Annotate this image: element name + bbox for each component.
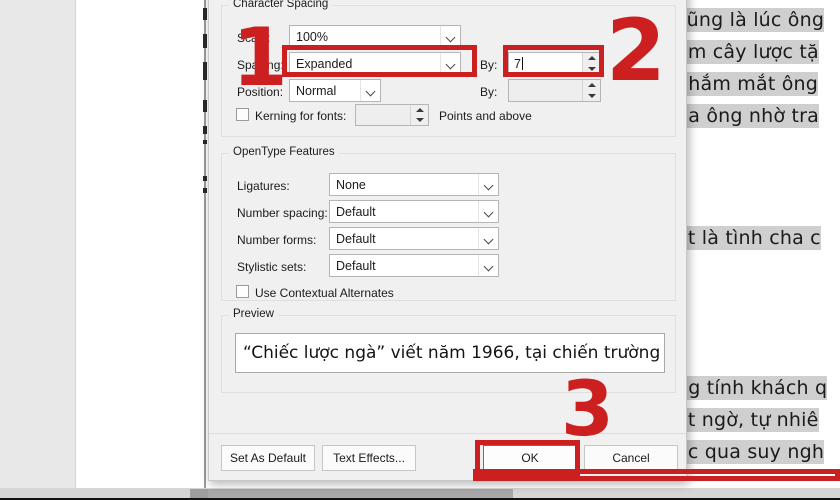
- kerning-checkbox[interactable]: [236, 108, 249, 121]
- spacing-by-label: By:: [480, 58, 498, 72]
- ruler-tick-marks: [203, 0, 207, 210]
- document-text-line: ệt là tình cha c: [676, 226, 821, 250]
- spacing-by-spinner[interactable]: 7: [508, 52, 601, 75]
- chevron-down-icon[interactable]: [440, 53, 460, 74]
- ok-button[interactable]: OK: [483, 445, 577, 471]
- preview-text: “Chiếc lược ngà” viết năm 1966, tại chiế…: [243, 343, 661, 363]
- spinner-up-icon[interactable]: [583, 80, 600, 91]
- chevron-down-icon[interactable]: [478, 174, 498, 195]
- document-text-line: ắc qua suy ngh: [676, 440, 825, 464]
- number-forms-combobox[interactable]: Default: [329, 227, 499, 250]
- text-effects-button[interactable]: Text Effects...: [322, 445, 416, 471]
- document-text-line: cũng là lúc ông: [676, 8, 825, 32]
- position-by-value: [509, 80, 582, 101]
- preview-box: “Chiếc lược ngà” viết năm 1966, tại chiế…: [235, 333, 665, 373]
- opentype-features-group-label: OpenType Features: [229, 146, 339, 158]
- spinner-down-icon[interactable]: [411, 115, 428, 125]
- chevron-down-icon[interactable]: [360, 80, 380, 101]
- document-text-line: ất ngờ, tự nhiê: [676, 408, 819, 432]
- kerning-suffix-label: Points and above: [439, 109, 532, 123]
- position-by-label: By:: [480, 85, 498, 99]
- chevron-down-icon[interactable]: [478, 228, 498, 249]
- cancel-button-label: Cancel: [612, 451, 650, 465]
- stylistic-sets-label: Stylistic sets:: [237, 260, 307, 274]
- ligatures-combobox[interactable]: None: [329, 173, 499, 196]
- number-spacing-combobox[interactable]: Default: [329, 200, 499, 223]
- preview-group-label: Preview: [229, 308, 278, 320]
- use-contextual-alternates-checkbox[interactable]: [236, 285, 249, 298]
- spacing-by-value: 7: [514, 56, 521, 71]
- dialog-separator: [209, 433, 686, 434]
- set-as-default-button-label: Set As Default: [229, 451, 307, 465]
- position-label: Position:: [237, 85, 284, 99]
- text-caret: [521, 57, 523, 70]
- document-text-line: nhắm mắt ông: [676, 72, 819, 96]
- scale-combobox[interactable]: 100%: [289, 25, 461, 48]
- position-by-spinner[interactable]: [508, 79, 601, 102]
- number-spacing-value: Default: [336, 204, 376, 219]
- text-effects-button-label: Text Effects...: [333, 451, 405, 465]
- chevron-down-icon[interactable]: [478, 201, 498, 222]
- spacing-combobox[interactable]: Expanded: [289, 52, 461, 75]
- stylistic-sets-value: Default: [336, 258, 376, 273]
- document-text-line: àm cây lược tặ: [676, 40, 819, 64]
- chevron-down-icon[interactable]: [440, 26, 460, 47]
- kerning-points-value: [356, 105, 410, 125]
- spinner-up-icon[interactable]: [583, 53, 600, 64]
- set-as-default-button[interactable]: Set As Default: [221, 445, 315, 471]
- left-margin-gray-strip: [0, 0, 75, 488]
- number-spacing-label: Number spacing:: [237, 206, 328, 220]
- ligatures-value: None: [336, 177, 366, 192]
- spinner-down-icon[interactable]: [583, 64, 600, 75]
- number-forms-label: Number forms:: [237, 233, 317, 247]
- character-spacing-group-label: Character Spacing: [229, 0, 333, 10]
- ligatures-label: Ligatures:: [237, 179, 290, 193]
- document-text-line: ng tính khách q: [676, 376, 828, 400]
- position-by-spin-buttons[interactable]: [582, 80, 600, 101]
- position-value: Normal: [296, 83, 337, 98]
- use-contextual-alternates-label: Use Contextual Alternates: [255, 286, 394, 300]
- position-combobox[interactable]: Normal: [289, 79, 381, 102]
- scale-label: Scale:: [237, 31, 271, 45]
- spacing-label: Spacing:: [237, 58, 284, 72]
- spinner-up-icon[interactable]: [411, 105, 428, 115]
- number-forms-value: Default: [336, 231, 376, 246]
- ok-button-label: OK: [521, 451, 539, 465]
- chevron-down-icon[interactable]: [478, 255, 498, 276]
- kerning-label: Kerning for fonts:: [255, 109, 347, 123]
- document-text-line: ủa ông nhờ tra: [676, 104, 819, 128]
- spacing-by-spin-buttons[interactable]: [582, 53, 600, 74]
- kerning-spin-buttons[interactable]: [410, 105, 428, 125]
- scale-value: 100%: [296, 29, 328, 44]
- stylistic-sets-combobox[interactable]: Default: [329, 254, 499, 277]
- spinner-down-icon[interactable]: [583, 91, 600, 102]
- font-dialog: Character Spacing Scale: 100% Spacing: E…: [208, 0, 687, 481]
- spacing-by-value-wrap[interactable]: 7: [509, 53, 582, 74]
- kerning-points-spinner[interactable]: [355, 104, 429, 126]
- spacing-value: Expanded: [296, 56, 353, 71]
- cancel-button[interactable]: Cancel: [584, 445, 678, 471]
